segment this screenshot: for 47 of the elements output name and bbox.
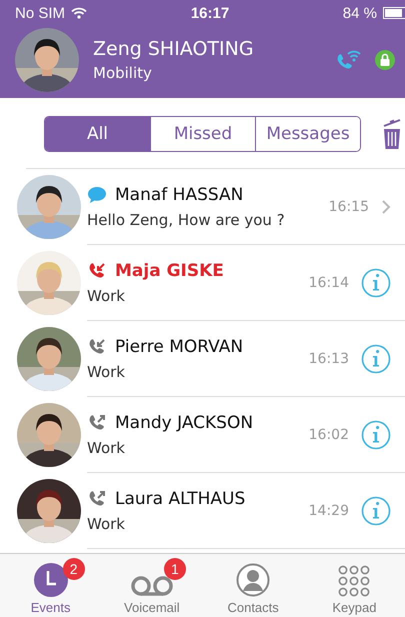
clock-icon [34, 563, 68, 597]
notification-count: 2 [62, 558, 85, 580]
notification-count: 1 [164, 558, 186, 580]
event-time: 16:02 [308, 426, 349, 442]
user-name: Zeng SHIAOTING [93, 38, 255, 60]
clock-time: 16:17 [190, 4, 230, 22]
contact-name: Manaf HASSAN [115, 184, 244, 204]
battery-icon [383, 7, 405, 19]
contact-icon [236, 563, 270, 597]
event-time: 16:14 [308, 274, 349, 290]
contact-name: Maja GISKE [115, 260, 224, 280]
info-icon[interactable] [361, 420, 391, 450]
call-label: Work [87, 438, 126, 456]
keypad-icon [338, 565, 370, 597]
lock-icon [375, 50, 395, 70]
filter-tab[interactable]: All [45, 117, 150, 151]
phone-wifi-icon [335, 49, 361, 71]
call-label: Work [87, 514, 126, 532]
user-status: Mobility [93, 64, 153, 82]
tab-bar-item[interactable]: Events 2 [0, 554, 102, 617]
wifi-icon [71, 7, 88, 19]
carrier-label: No SIM [15, 4, 66, 22]
info-icon[interactable] [361, 344, 391, 374]
call-label: Work [87, 362, 126, 380]
event-time: 16:13 [308, 350, 349, 366]
contact-name: Pierre MORVAN [115, 336, 244, 356]
call-label: Work [87, 286, 126, 304]
trash-icon[interactable] [381, 117, 403, 151]
tab-bar-item[interactable]: Voicemail 1 [101, 554, 202, 617]
contact-name: Mandy JACKSON [115, 412, 254, 432]
message-preview: Hello Zeng, How are you ? [87, 210, 286, 228]
missed-call-icon [87, 260, 107, 280]
info-icon[interactable] [361, 268, 391, 298]
tab-bar-item[interactable]: Keypad [304, 554, 405, 617]
contact-name: Laura ALTHAUS [115, 488, 246, 508]
event-time: 14:29 [308, 502, 349, 518]
filter-tab[interactable]: Messages [255, 117, 360, 151]
chat-bubble-icon [87, 186, 107, 204]
outgoing-call-icon [87, 488, 107, 508]
outgoing-call-icon [87, 412, 107, 432]
chevron-right-icon[interactable] [381, 198, 391, 214]
event-time: 16:15 [328, 198, 369, 214]
tab-bar-item[interactable]: Contacts [202, 554, 304, 617]
info-icon[interactable] [361, 496, 391, 526]
incoming-call-icon [87, 336, 107, 356]
battery-percentage: 84 % [342, 4, 377, 22]
voicemail-icon [130, 575, 174, 597]
